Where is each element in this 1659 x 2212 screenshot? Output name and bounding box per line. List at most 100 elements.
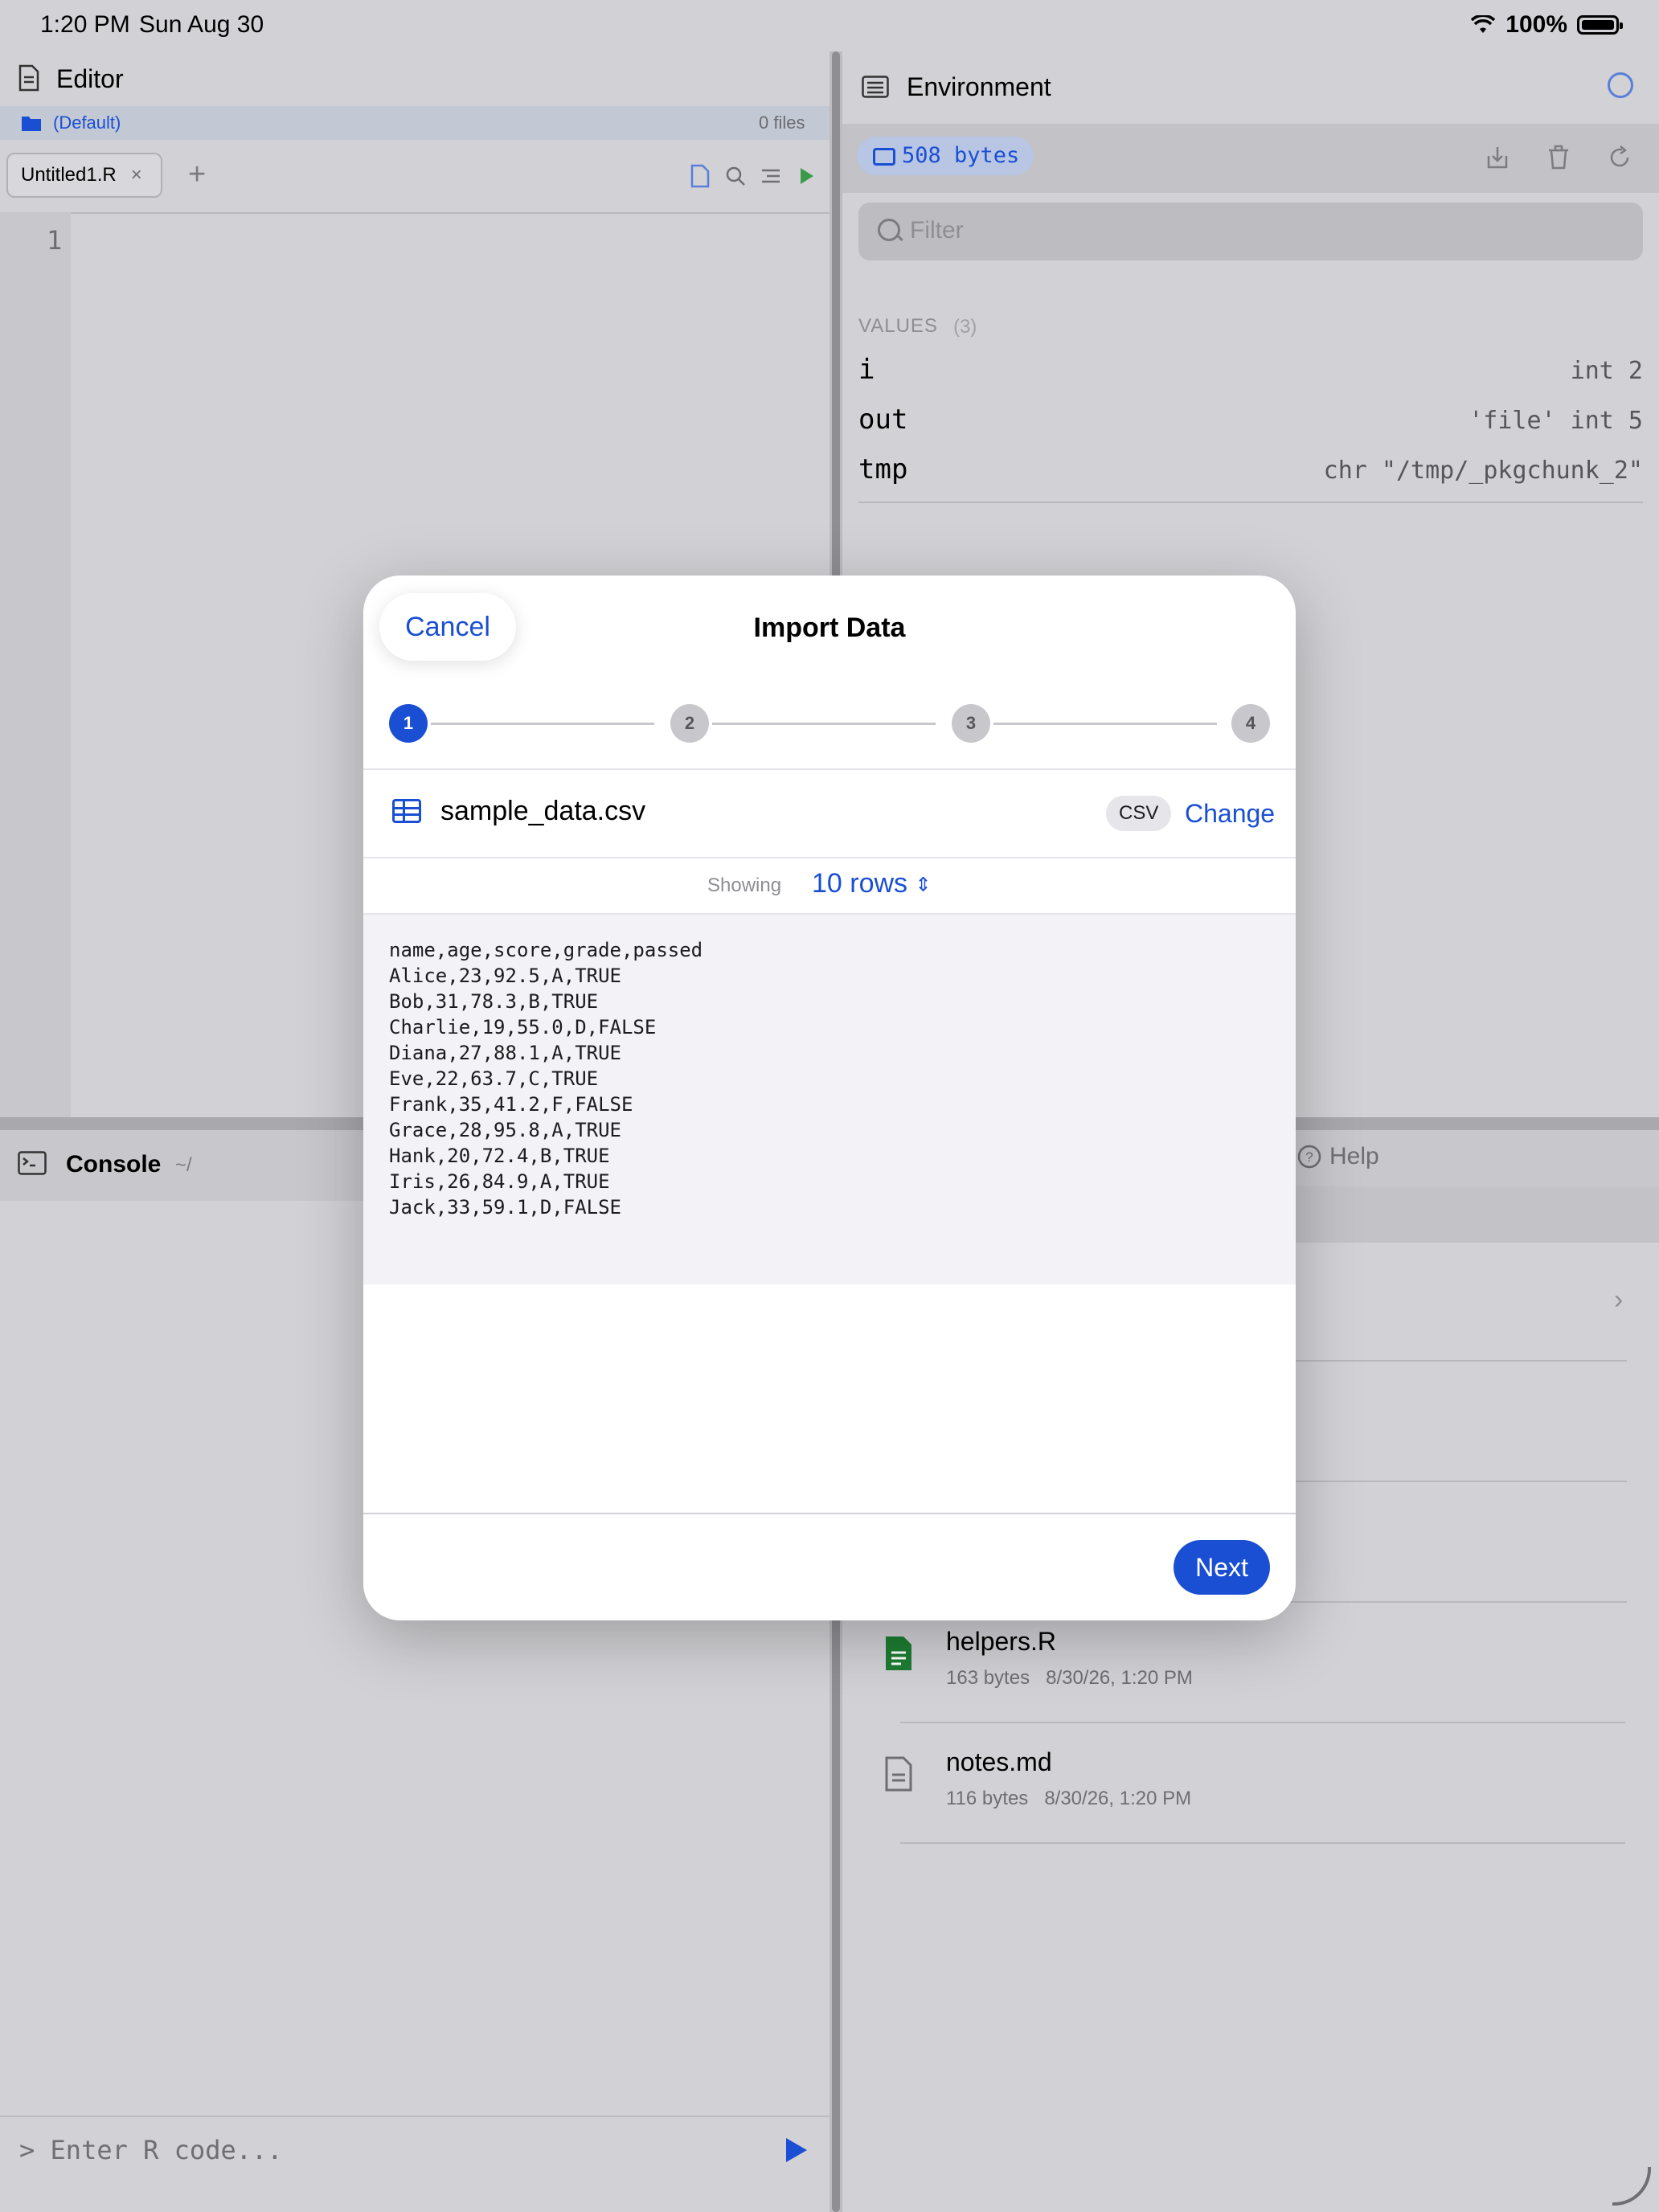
preview-line: Grace,28,95.8,A,TRUE (389, 1119, 621, 1141)
list-item[interactable]: notes.md 116 bytes 8/30/26, 1:20 PM (842, 1723, 1659, 1844)
status-time: 1:20 PM (40, 11, 130, 38)
step-1: 1 (389, 704, 428, 743)
variable-row[interactable]: out 'file' int 5 (858, 403, 1643, 453)
variable-value: chr "/tmp/_pkgchunk_2" (1323, 457, 1643, 485)
chevron-up-down-icon: ⇕ (915, 874, 932, 896)
memory-badge: 508 bytes (857, 137, 1034, 175)
file-date: 8/30/26, 1:20 PM (1046, 1667, 1193, 1689)
project-bar[interactable] (0, 106, 830, 140)
help-icon: ? (1297, 1145, 1321, 1169)
divider (363, 768, 1296, 770)
variable-value: int 2 (1570, 357, 1643, 385)
file-size: 116 bytes (946, 1788, 1029, 1809)
csv-preview-text: name,age,score,grade,passed Alice,23,92.… (389, 937, 703, 1220)
import-data-dialog: Cancel Import Data 1 2 3 4 sample_data.c… (363, 576, 1296, 1620)
document-icon (18, 64, 39, 92)
line-gutter (0, 212, 71, 1117)
preview-line: Eve,22,63.7,C,TRUE (389, 1067, 599, 1090)
selected-filename: sample_data.csv (440, 796, 646, 826)
variable-row[interactable]: i int 2 (858, 354, 1643, 403)
r-file-icon (886, 1636, 911, 1670)
run-icon[interactable] (796, 164, 817, 188)
tab-untitled1[interactable]: Untitled1.R × (6, 153, 162, 198)
list-item[interactable]: helpers.R 163 bytes 8/30/26, 1:20 PM (842, 1603, 1659, 1723)
file-name: helpers.R (946, 1627, 1056, 1656)
preview-line: Bob,31,78.3,B,TRUE (389, 990, 599, 1013)
step-4: 4 (1231, 704, 1270, 743)
status-right: 100% (1470, 11, 1623, 39)
tab-help[interactable]: Help (1329, 1143, 1379, 1170)
status-bar: 1:20 PM Sun Aug 30 100% (0, 0, 1659, 51)
document-icon (885, 1756, 912, 1792)
file-size: 163 bytes (946, 1667, 1030, 1689)
file-date: 8/30/26, 1:20 PM (1044, 1788, 1192, 1809)
values-section-label: VALUES (858, 315, 938, 337)
rows-selector[interactable]: 10 rows ⇕ (812, 868, 932, 899)
values-count: (3) (953, 316, 977, 338)
preview-line: name,age,score,grade,passed (389, 939, 703, 961)
dialog-title: Import Data (753, 612, 906, 643)
preview-line: Hank,20,72.4,B,TRUE (389, 1145, 610, 1167)
folder-icon (22, 117, 41, 131)
environment-actions (1485, 145, 1632, 170)
wifi-icon (1471, 15, 1496, 33)
preview-line: Frank,35,41.2,F,FALSE (389, 1093, 633, 1116)
showing-label: Showing (707, 875, 782, 896)
run-icon[interactable] (786, 2138, 807, 2162)
file-count: 0 files (759, 113, 805, 133)
terminal-icon (18, 1151, 47, 1175)
status-date: Sun Aug 30 (139, 11, 264, 38)
import-icon[interactable] (1485, 145, 1509, 170)
svg-text:?: ? (1305, 1149, 1313, 1165)
rows-selector-value: 10 rows (812, 868, 908, 899)
list-icon (862, 76, 889, 98)
format-badge: CSV (1106, 796, 1172, 831)
chevron-right-icon[interactable]: › (1614, 1284, 1623, 1316)
step-connector (431, 723, 654, 725)
battery-percent: 100% (1505, 11, 1567, 38)
console-input[interactable]: > Enter R code... (19, 2135, 283, 2165)
change-file-button[interactable]: Change (1185, 799, 1275, 829)
file-name: notes.md (946, 1747, 1052, 1776)
row-divider (900, 1842, 1625, 1844)
file-meta: 163 bytes 8/30/26, 1:20 PM (946, 1667, 1193, 1690)
trash-icon[interactable] (1546, 145, 1571, 170)
file-meta: 116 bytes 8/30/26, 1:20 PM (946, 1788, 1191, 1810)
filter-placeholder[interactable]: Filter (910, 217, 964, 244)
search-icon (878, 219, 900, 241)
environment-title: Environment (907, 72, 1051, 101)
table-icon (392, 799, 421, 823)
preview-line: Charlie,19,55.0,D,FALSE (389, 1016, 657, 1038)
console-title: Console (66, 1151, 162, 1178)
preview-line: Diana,27,88.1,A,TRUE (389, 1042, 621, 1064)
step-connector (993, 723, 1217, 725)
next-button[interactable]: Next (1174, 1540, 1270, 1595)
add-tab-button[interactable]: + (188, 158, 206, 192)
gear-icon[interactable] (1608, 72, 1633, 98)
divider (363, 1513, 1296, 1514)
preview-line: Alice,23,92.5,A,TRUE (389, 965, 621, 987)
new-file-icon[interactable] (690, 164, 711, 188)
preview-line: Jack,33,59.1,D,FALSE (389, 1196, 621, 1219)
format-icon[interactable] (760, 164, 781, 188)
step-2: 2 (670, 704, 709, 743)
resize-handle-icon[interactable] (1608, 2162, 1653, 2207)
search-icon[interactable] (725, 164, 746, 188)
editor-title: Editor (56, 64, 124, 93)
variable-name: tmp (858, 453, 908, 485)
close-icon[interactable]: × (131, 164, 142, 186)
console-path: ~/ (175, 1154, 192, 1176)
variable-row[interactable]: tmp chr "/tmp/_pkgchunk_2" (858, 453, 1643, 503)
tab-label: Untitled1.R (21, 164, 117, 186)
refresh-icon[interactable] (1608, 145, 1632, 170)
step-connector (712, 723, 936, 725)
divider (363, 857, 1296, 858)
step-indicator: 1 2 3 4 (389, 704, 1270, 743)
filter-field[interactable] (858, 203, 1643, 260)
step-3: 3 (952, 704, 990, 743)
line-number: 1 (47, 225, 63, 256)
preview-line: Iris,26,84.9,A,TRUE (389, 1170, 610, 1193)
variable-name: out (858, 403, 908, 436)
project-name[interactable]: (Default) (53, 113, 121, 133)
variable-value: 'file' int 5 (1469, 407, 1643, 435)
